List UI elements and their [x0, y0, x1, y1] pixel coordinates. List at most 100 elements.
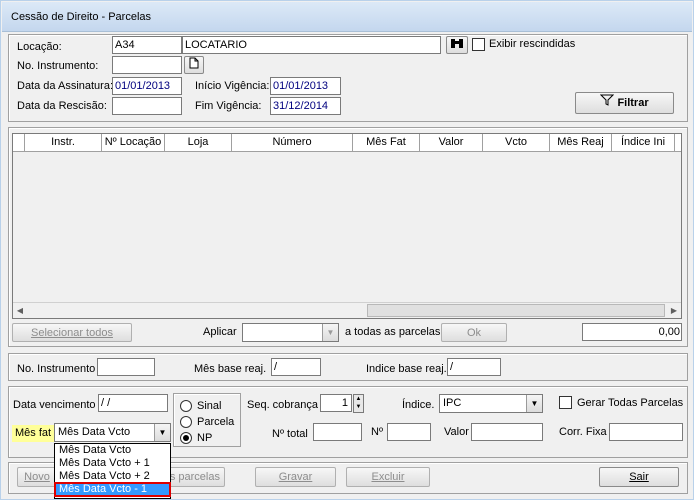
- mes-fat-dropdown-list: Mês Data Vcto Mês Data Vcto + 1 Mês Data…: [54, 443, 171, 499]
- sinal-label: Sinal: [197, 400, 222, 412]
- scroll-right-icon[interactable]: ▶: [667, 304, 681, 317]
- data-assinatura-input[interactable]: 01/01/2013: [112, 77, 182, 95]
- data-rescisao-input[interactable]: [112, 97, 182, 115]
- scroll-left-icon[interactable]: ◀: [13, 304, 27, 317]
- gerar-todas-label: Gerar Todas Parcelas: [577, 397, 684, 409]
- gerar-todas-checkbox[interactable]: [559, 396, 572, 409]
- indice-base-reaj-input[interactable]: /: [447, 358, 501, 376]
- data-vencimento-input[interactable]: / /: [98, 394, 168, 412]
- binoculars-search-button[interactable]: [446, 36, 468, 54]
- n-input[interactable]: [387, 423, 431, 441]
- n-label: Nº: [371, 426, 383, 438]
- indice-combo[interactable]: IPC ▼: [439, 394, 543, 413]
- grid-row-indicator-header: [13, 134, 25, 152]
- column-header-mes-reaj[interactable]: Mês Reaj: [550, 134, 612, 152]
- total-value-field: 0,00: [582, 323, 682, 341]
- sinal-radio[interactable]: [180, 400, 192, 412]
- parcela-radio[interactable]: [180, 416, 192, 428]
- column-header-indice-ini[interactable]: Índice Ini: [612, 134, 675, 152]
- column-header-vcto[interactable]: Vcto: [483, 134, 550, 152]
- filter-icon: [600, 93, 615, 113]
- binoculars-icon: [450, 38, 464, 52]
- selecionar-todos-button[interactable]: Selecionar todos: [12, 323, 132, 342]
- seq-cobranca-label: Seq. cobrança: [247, 399, 318, 411]
- np-label: NP: [197, 432, 213, 444]
- spin-down-icon[interactable]: ▼: [354, 403, 363, 411]
- document-button[interactable]: [184, 56, 204, 74]
- valor-label: Valor: [444, 426, 469, 438]
- indice-value: IPC: [443, 397, 462, 409]
- indice-base-reaj-label: Indice base reaj.: [366, 363, 447, 375]
- column-header-no-locacao[interactable]: Nº Locação: [102, 134, 165, 152]
- gravar-label: Gravar: [278, 471, 313, 483]
- no-instrumento-label: No. Instrumento:: [17, 60, 99, 72]
- mes-base-reaj-input[interactable]: /: [271, 358, 321, 376]
- aplicar-combo[interactable]: ▼: [242, 323, 339, 342]
- cessao-direito-window: Cessão de Direito - Parcelas Locação: A3…: [0, 0, 694, 500]
- novo-label: Novo: [24, 471, 50, 483]
- a-todas-label: a todas as parcelas: [345, 326, 441, 338]
- data-vencimento-label: Data vencimento: [13, 399, 96, 411]
- column-header-numero[interactable]: Número: [232, 134, 353, 152]
- seq-cobranca-input[interactable]: 1: [320, 394, 352, 412]
- exibir-rescindidas-checkbox[interactable]: [472, 38, 485, 51]
- mes-base-reaj-label: Mês base reaj.: [194, 363, 267, 375]
- scroll-thumb[interactable]: [367, 304, 665, 317]
- document-icon: [189, 57, 199, 72]
- no-instrumento-input[interactable]: [112, 56, 182, 74]
- seq-cobranca-spinner[interactable]: ▲ ▼: [353, 394, 364, 413]
- parcela-label: Parcela: [197, 416, 235, 428]
- inicio-vigencia-label: Início Vigência:: [195, 80, 270, 92]
- np-radio[interactable]: [180, 432, 192, 444]
- fim-vigencia-input[interactable]: 31/12/2014: [270, 97, 341, 115]
- selecionar-todos-label: Selecionar todos: [31, 327, 113, 339]
- parcelas-label: as parcelas: [163, 471, 220, 483]
- n-total-label: Nº total: [272, 428, 308, 440]
- indice-dropdown-icon[interactable]: ▼: [526, 395, 542, 412]
- panel-no-instrumento-label: No. Instrumento: [17, 363, 96, 375]
- mes-fat-option[interactable]: Mês Data Vcto: [55, 444, 170, 457]
- locacao-code-input[interactable]: A34: [112, 36, 182, 54]
- column-header-valor[interactable]: Valor: [420, 134, 483, 152]
- indice-label: Índice.: [402, 399, 435, 411]
- parcelas-grid[interactable]: Instr. Nº Locação Loja Número Mês Fat Va…: [12, 133, 682, 319]
- locacao-label: Locação:: [17, 41, 62, 53]
- mes-fat-option[interactable]: Mês Data Vcto + 1: [55, 457, 170, 470]
- column-header-mes-fat[interactable]: Mês Fat: [353, 134, 420, 152]
- filtrar-button[interactable]: Filtrar: [575, 92, 674, 114]
- sair-button[interactable]: Sair: [599, 467, 679, 487]
- window-title: Cessão de Direito - Parcelas: [11, 11, 152, 23]
- inicio-vigencia-input[interactable]: 01/01/2013: [270, 77, 341, 95]
- panel-no-instrumento-input[interactable]: [97, 358, 155, 376]
- mes-fat-value: Mês Data Vcto: [58, 426, 131, 438]
- ok-label: Ok: [466, 327, 482, 339]
- filtrar-label: Filtrar: [617, 97, 649, 109]
- aplicar-label: Aplicar: [203, 326, 237, 338]
- column-header-instr[interactable]: Instr.: [25, 134, 102, 152]
- sair-label: Sair: [629, 471, 649, 483]
- mes-fat-option[interactable]: Mês Data Vcto + 2: [55, 470, 170, 483]
- title-bar: Cessão de Direito - Parcelas: [2, 2, 692, 32]
- mes-fat-label: Mês fat: [12, 425, 55, 442]
- fim-vigencia-label: Fim Vigência:: [195, 100, 262, 112]
- ok-button[interactable]: Ok: [441, 323, 507, 342]
- data-assinatura-label: Data da Assinatura:: [17, 80, 114, 92]
- corr-fixa-input[interactable]: [609, 423, 683, 441]
- corr-fixa-label: Corr. Fixa: [559, 426, 607, 438]
- novo-button[interactable]: Novo: [17, 467, 57, 487]
- locacao-name-input[interactable]: LOCATARIO: [182, 36, 441, 54]
- excluir-label: Excluir: [371, 471, 405, 483]
- grid-horizontal-scrollbar[interactable]: ◀ ▶: [13, 302, 681, 318]
- mes-fat-option-selected[interactable]: Mês Data Vcto - 1: [54, 482, 171, 497]
- excluir-button[interactable]: Excluir: [346, 467, 430, 487]
- aplicar-dropdown-icon[interactable]: ▼: [322, 324, 338, 341]
- valor-input[interactable]: [471, 423, 543, 441]
- column-header-filler: [675, 134, 681, 152]
- gravar-button[interactable]: Gravar: [255, 467, 336, 487]
- data-rescisao-label: Data da Rescisão:: [17, 100, 107, 112]
- column-header-loja[interactable]: Loja: [165, 134, 232, 152]
- mes-fat-dropdown-icon[interactable]: ▼: [154, 424, 170, 441]
- n-total-input[interactable]: [313, 423, 362, 441]
- spin-up-icon[interactable]: ▲: [354, 395, 363, 403]
- mes-fat-combo[interactable]: Mês Data Vcto ▼: [54, 423, 171, 442]
